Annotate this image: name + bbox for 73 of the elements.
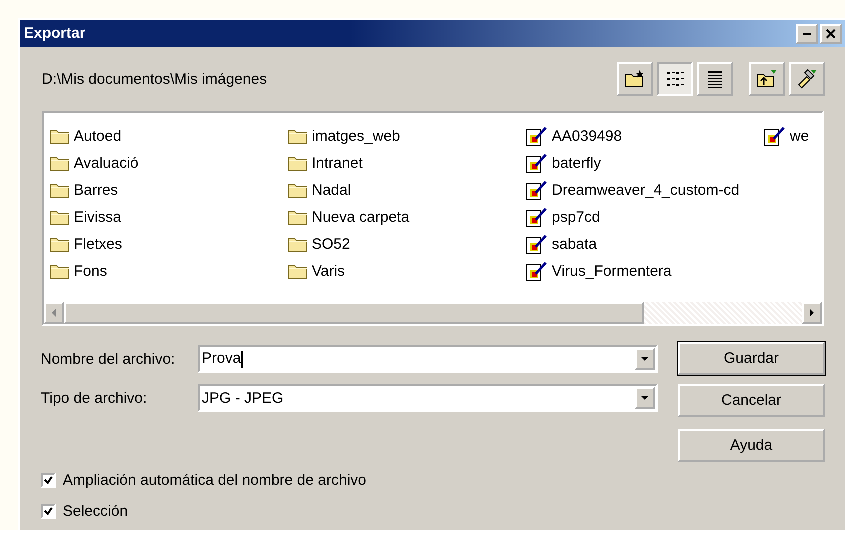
up-folder-icon <box>756 69 778 89</box>
checkbox[interactable] <box>41 473 56 488</box>
folder-item[interactable]: imatges_web <box>288 123 526 150</box>
scroll-right-button[interactable] <box>802 302 822 324</box>
folder-item[interactable]: Nadal <box>288 177 526 204</box>
folder-icon <box>288 155 308 172</box>
new-folder-icon <box>624 69 646 89</box>
file-type-dropdown[interactable]: JPG - JPEG <box>198 384 658 412</box>
field-label: Tipo de archivo: <box>41 390 148 406</box>
folder-icon <box>288 236 308 253</box>
dropdown-arrow-icon <box>641 357 649 361</box>
file-item[interactable]: we <box>764 123 822 150</box>
tools-icon <box>796 69 818 89</box>
folder-item[interactable]: Fons <box>50 258 288 285</box>
image-file-icon <box>526 126 548 146</box>
dialog-button[interactable]: Cancelar <box>678 384 825 417</box>
image-file-icon <box>526 234 548 254</box>
folder-icon <box>50 182 70 199</box>
folder-icon <box>50 155 70 172</box>
horizontal-scrollbar[interactable] <box>44 302 822 324</box>
dialog-button[interactable]: Guardar <box>678 342 825 375</box>
tools-button[interactable] <box>789 62 825 96</box>
folder-item[interactable]: Eivissa <box>50 204 288 231</box>
left-arrow-icon <box>52 309 56 317</box>
file-item[interactable]: psp7cd <box>526 204 764 231</box>
scroll-left-button[interactable] <box>44 302 64 324</box>
folder-item[interactable]: Barres <box>50 177 288 204</box>
minimize-icon <box>803 32 811 34</box>
right-arrow-icon <box>810 309 814 317</box>
minimize-button[interactable] <box>796 24 818 44</box>
file-item[interactable]: Virus_Formentera <box>526 258 764 285</box>
folder-icon <box>50 263 70 280</box>
scrollbar-thumb[interactable] <box>64 302 644 324</box>
list-view-icon <box>666 70 684 88</box>
list-view-button[interactable] <box>657 62 693 96</box>
checkbox-label: Ampliación automática del nombre de archivo <box>63 472 366 489</box>
file-item[interactable]: sabata <box>526 231 764 258</box>
folder-item[interactable]: Varis <box>288 258 526 285</box>
close-icon <box>826 28 836 38</box>
file-name-field[interactable]: Prova <box>198 345 658 373</box>
folder-icon <box>288 263 308 280</box>
folder-item[interactable]: Fletxes <box>50 231 288 258</box>
folder-item[interactable]: Intranet <box>288 150 526 177</box>
dialog-button[interactable]: Ayuda <box>678 429 825 462</box>
folder-path: D:\Mis documentos\Mis imágenes <box>42 70 268 88</box>
folder-item[interactable]: SO52 <box>288 231 526 258</box>
field-label: Nombre del archivo: <box>41 350 176 368</box>
details-view-icon <box>707 70 723 88</box>
folder-item[interactable]: Avaluació <box>50 150 288 177</box>
folder-icon <box>288 128 308 145</box>
details-view-button[interactable] <box>697 62 733 96</box>
folder-icon <box>50 236 70 253</box>
up-folder-button[interactable] <box>749 62 785 96</box>
image-file-icon <box>526 154 548 174</box>
new-folder-button[interactable] <box>617 62 653 96</box>
folder-icon <box>288 182 308 199</box>
file-item[interactable]: Dreamweaver_4_custom-cd <box>526 177 764 204</box>
close-button[interactable] <box>820 24 842 44</box>
window-title: Exportar <box>24 25 87 42</box>
folder-icon <box>50 128 70 145</box>
image-file-icon <box>526 180 548 200</box>
folder-item[interactable]: Nueva carpeta <box>288 204 526 231</box>
image-file-icon <box>764 126 786 146</box>
file-item[interactable]: baterfly <box>526 150 764 177</box>
image-file-icon <box>526 208 548 228</box>
checkbox[interactable] <box>41 504 56 519</box>
file-item[interactable]: AA039498 <box>526 123 764 150</box>
dropdown-arrow-icon <box>641 396 649 400</box>
folder-item[interactable]: Autoed <box>50 123 288 150</box>
checkbox-label: Selección <box>63 503 128 520</box>
image-file-icon <box>526 262 548 282</box>
folder-icon <box>288 209 308 226</box>
folder-icon <box>50 209 70 226</box>
